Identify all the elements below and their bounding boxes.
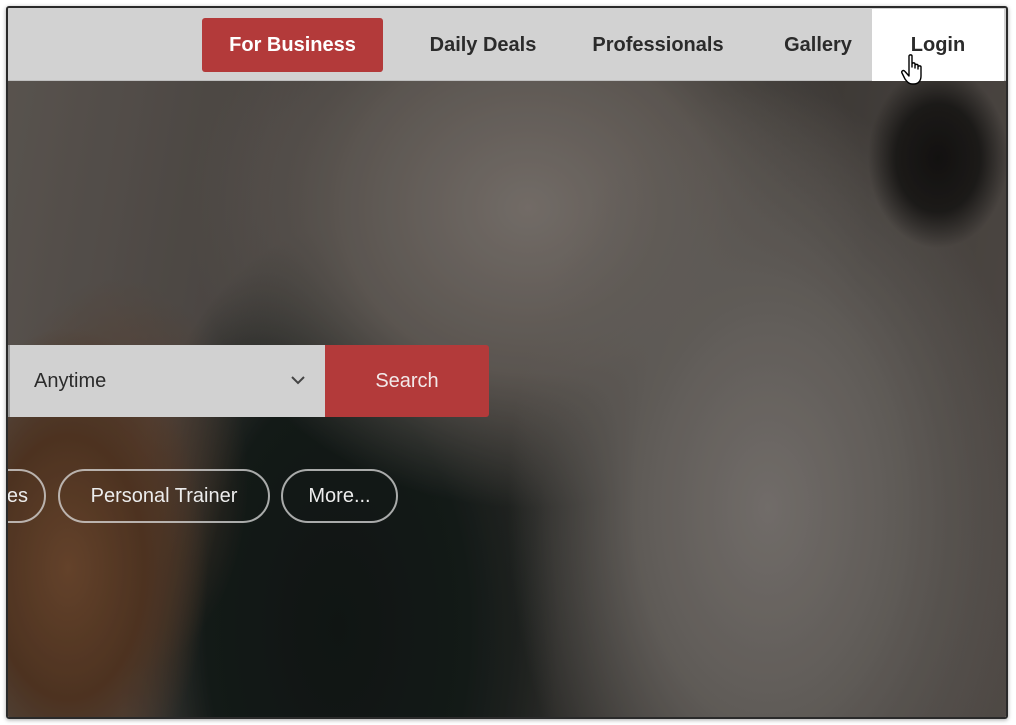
category-pill-more[interactable]: More...: [281, 469, 398, 523]
nav-daily-deals-link[interactable]: Daily Deals: [413, 18, 553, 72]
chevron-down-icon: [291, 376, 305, 385]
category-pill-personal-trainer[interactable]: Personal Trainer: [58, 469, 270, 523]
time-select-dropdown[interactable]: Anytime: [8, 345, 325, 417]
nav-login-link[interactable]: Login: [872, 9, 1004, 81]
for-business-button[interactable]: For Business: [202, 18, 383, 72]
time-select-value: Anytime: [34, 370, 107, 392]
top-navigation-bar: For Business Daily Deals Professionals G…: [8, 8, 1006, 85]
hand-pointer-icon: [901, 54, 922, 85]
nav-professionals-link[interactable]: Professionals: [583, 18, 733, 72]
search-button[interactable]: Search: [325, 345, 489, 417]
nav-gallery-link[interactable]: Gallery: [768, 18, 868, 72]
browser-viewport: For Business Daily Deals Professionals G…: [6, 6, 1008, 719]
